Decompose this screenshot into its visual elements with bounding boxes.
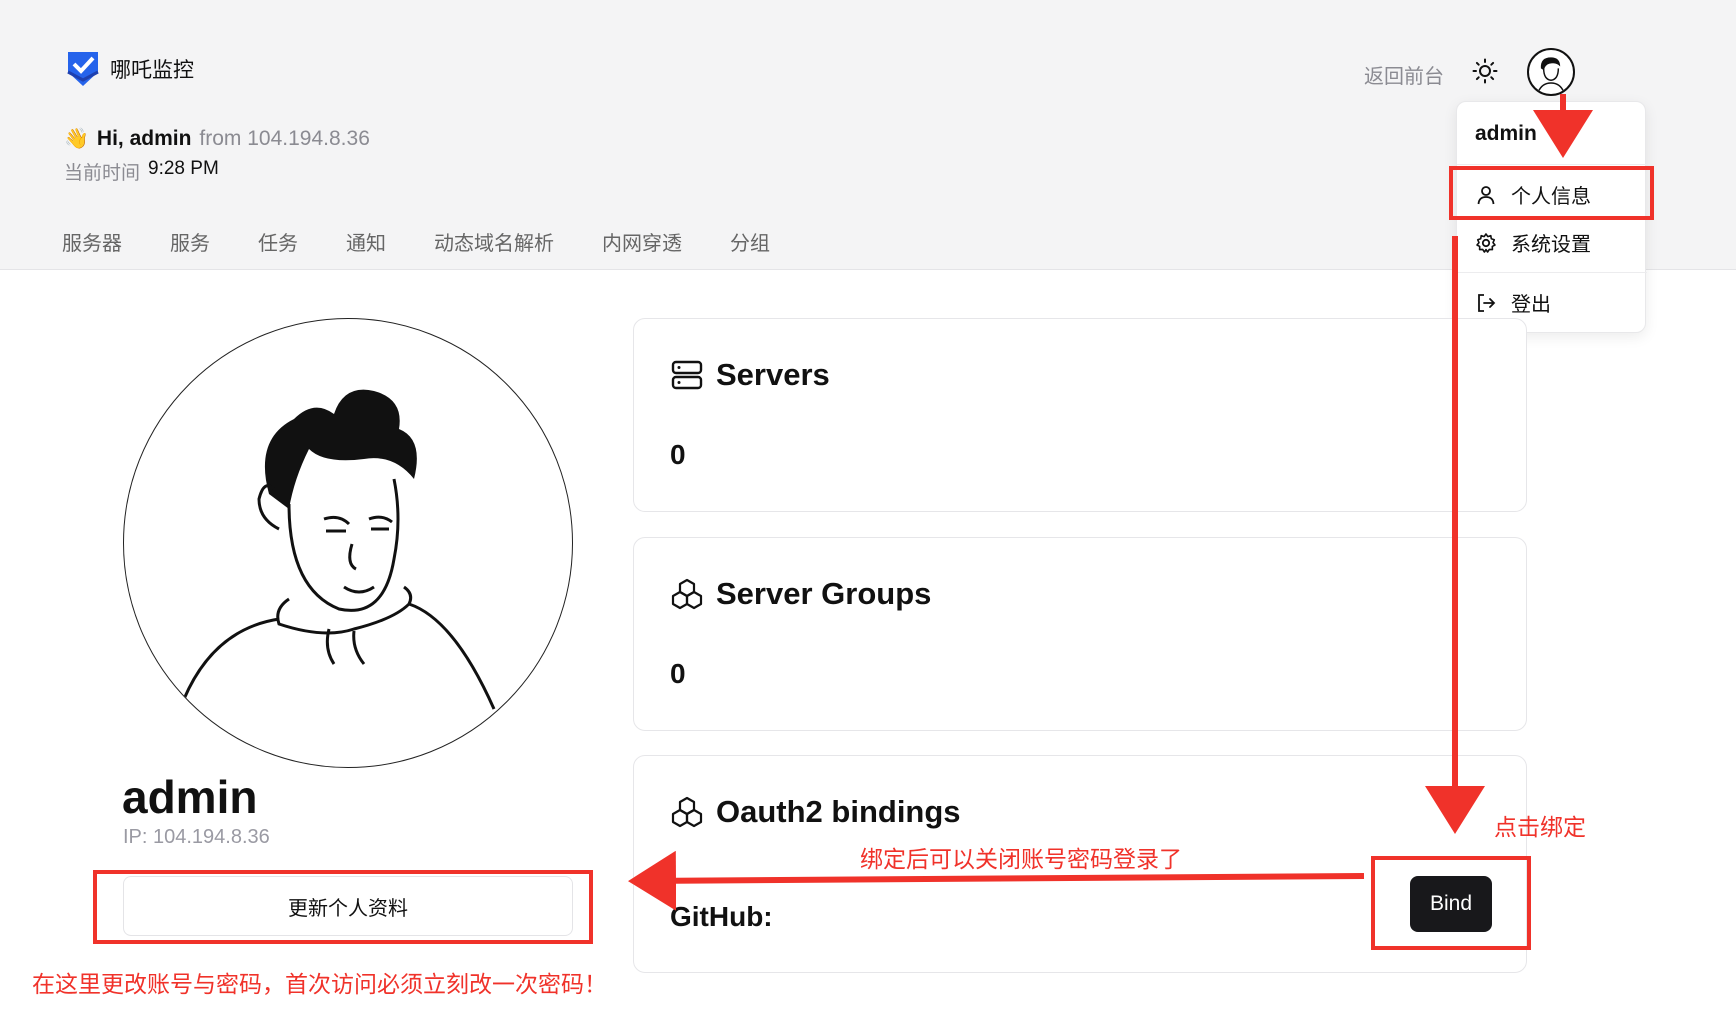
avatar[interactable] — [1527, 48, 1575, 96]
time-value: 9:28 PM — [148, 158, 219, 179]
tab-services[interactable]: 服务 — [170, 227, 210, 256]
avatar-illustration — [1537, 57, 1565, 93]
divider — [1457, 272, 1647, 273]
avatar-illustration — [182, 389, 496, 710]
menu-item-label: 登出 — [1511, 294, 1551, 316]
profile-ip: IP: 104.194.8.36 — [123, 826, 270, 848]
server-groups-card: Server Groups 0 — [633, 537, 1527, 731]
greeting-hi: Hi, admin — [96, 127, 192, 150]
menu-item-logout[interactable]: 登出 — [1475, 288, 1551, 317]
logo-icon — [67, 52, 99, 86]
nav-tabs: 服务器 服务 任务 通知 动态域名解析 内网穿透 分组 — [62, 227, 770, 256]
annotation-highlight-profile — [1449, 166, 1654, 220]
github-label: GitHub: — [670, 901, 773, 932]
card-title: Server Groups — [670, 576, 931, 612]
card-title: Oauth2 bindings — [670, 794, 961, 830]
server-icon — [671, 360, 703, 390]
tab-notifications[interactable]: 通知 — [346, 227, 386, 256]
card-title-text: Server Groups — [716, 576, 932, 611]
current-time: 当前时间 9:28 PM — [64, 158, 219, 185]
card-title-text: Oauth2 bindings — [716, 794, 961, 829]
tab-groups[interactable]: 分组 — [730, 227, 770, 256]
tab-ddns[interactable]: 动态域名解析 — [434, 227, 554, 256]
divider — [1457, 164, 1647, 165]
boxes-icon — [671, 796, 703, 828]
time-label: 当前时间 — [64, 163, 141, 184]
logo-text: 哪吒监控 — [110, 59, 194, 82]
annotation-highlight-update — [93, 870, 593, 944]
annotation-highlight-bind — [1371, 856, 1531, 950]
logout-icon — [1478, 293, 1496, 312]
profile-avatar — [123, 318, 573, 768]
greeting-from: from 104.194.8.36 — [199, 127, 370, 150]
tab-nat[interactable]: 内网穿透 — [602, 227, 682, 256]
dropdown-username: admin — [1475, 122, 1537, 145]
menu-item-label: 系统设置 — [1511, 234, 1591, 256]
sun-icon[interactable] — [1472, 58, 1498, 84]
card-title-text: Servers — [716, 357, 830, 392]
tab-servers[interactable]: 服务器 — [62, 227, 122, 256]
tab-tasks[interactable]: 任务 — [258, 227, 298, 256]
logo[interactable]: 哪吒监控 — [66, 50, 194, 88]
menu-item-settings[interactable]: 系统设置 — [1475, 228, 1591, 257]
annotation-after-bind: 绑定后可以关闭账号密码登录了 — [860, 846, 1182, 872]
annotation-change-password: 在这里更改账号与密码，首次访问必须立刻改一次密码！ — [32, 971, 607, 997]
back-to-frontend-link[interactable]: 返回前台 — [1364, 60, 1444, 89]
servers-count: 0 — [670, 439, 686, 470]
annotation-click-bind: 点击绑定 — [1494, 814, 1586, 840]
gear-icon — [1476, 232, 1496, 253]
profile-name: admin — [122, 771, 258, 823]
wave-icon: 👋 — [64, 128, 89, 150]
server-groups-count: 0 — [670, 658, 686, 689]
card-title: Servers — [670, 357, 830, 393]
servers-card: Servers 0 — [633, 318, 1527, 512]
boxes-icon — [671, 578, 703, 610]
greeting: 👋 Hi, admin from 104.194.8.36 — [64, 126, 370, 151]
